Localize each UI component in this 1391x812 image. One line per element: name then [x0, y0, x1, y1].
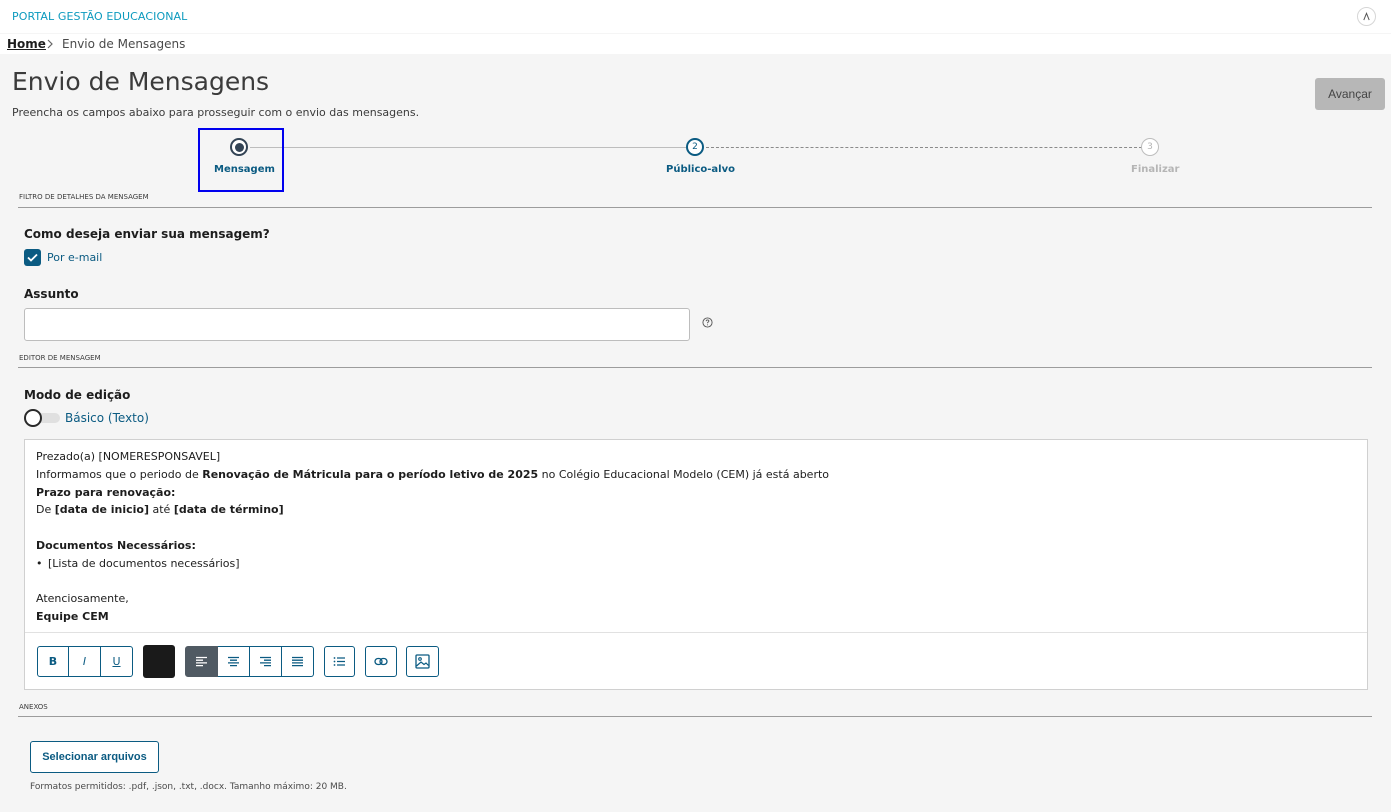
align-justify-button[interactable] — [282, 646, 314, 677]
send-method-question: Como deseja enviar sua mensagem? — [24, 227, 270, 241]
breadcrumb-home-link[interactable]: Home — [7, 37, 46, 51]
section-divider — [18, 207, 1372, 208]
subject-input[interactable] — [24, 308, 690, 341]
editor-line: De [data de inicio] até [data de término… — [36, 503, 284, 517]
user-icon — [1363, 12, 1370, 21]
editor-line: Equipe CEM — [36, 610, 109, 624]
page-title: Envio de Mensagens — [12, 67, 270, 96]
breadcrumb-current: Envio de Mensagens — [62, 37, 186, 51]
link-icon — [374, 657, 388, 666]
step-publico-alvo-indicator[interactable]: 2 — [686, 138, 704, 156]
question-circle-icon[interactable] — [702, 317, 713, 328]
editor-line: Informamos que o periodo de Renovação de… — [36, 467, 830, 481]
message-editor-content[interactable]: Prezado(a) [NOMERESPONSAVEL] Informamos … — [25, 440, 1367, 633]
align-right-button[interactable] — [250, 646, 282, 677]
next-button[interactable]: Avançar — [1315, 78, 1385, 110]
editor-line: Atenciosamente, — [36, 592, 129, 606]
email-checkbox[interactable] — [24, 249, 41, 266]
stepper-line-completed — [250, 147, 686, 148]
insert-image-button[interactable] — [406, 646, 439, 677]
step-publico-alvo-label[interactable]: Público-alvo — [666, 164, 735, 175]
breadcrumb — [0, 34, 1391, 54]
brand-title[interactable]: PORTAL GESTÃO EDUCACIONAL — [12, 10, 187, 23]
check-icon — [27, 253, 38, 262]
step-finalizar-label: Finalizar — [1131, 164, 1180, 175]
subject-label: Assunto — [24, 287, 79, 301]
file-format-hint: Formatos permitidos: .pdf, .json, .txt, … — [30, 782, 347, 792]
align-center-button[interactable] — [218, 646, 250, 677]
stepper-line-pending — [706, 147, 1142, 148]
text-color-picker[interactable] — [143, 645, 175, 678]
top-bar — [0, 0, 1391, 33]
toggle-knob — [24, 409, 42, 427]
list-icon — [333, 657, 345, 666]
editor-line: Prezado(a) [NOMERESPONSAVEL] — [36, 450, 221, 463]
filter-section-title: FILTRO DE DETALHES DA MENSAGEM — [19, 193, 149, 201]
chevron-right-icon — [47, 39, 53, 49]
bold-button[interactable]: B — [37, 646, 69, 677]
edit-mode-label: Modo de edição — [24, 388, 131, 402]
align-left-button[interactable] — [185, 646, 218, 677]
user-menu-button[interactable] — [1357, 7, 1376, 26]
underline-button[interactable]: U — [101, 646, 133, 677]
insert-link-button[interactable] — [365, 646, 397, 677]
page-subtitle: Preencha os campos abaixo para prossegui… — [12, 106, 420, 119]
email-option-label[interactable]: Por e-mail — [47, 251, 102, 264]
select-files-button[interactable]: Selecionar arquivos — [30, 741, 159, 773]
bullet-list-button[interactable] — [324, 646, 355, 677]
attachments-section-title: ANEXOS — [19, 703, 48, 711]
italic-button[interactable]: I — [69, 646, 101, 677]
align-justify-icon — [292, 656, 303, 667]
step-finalizar-indicator: 3 — [1141, 138, 1159, 156]
editor-section-title: EDITOR DE MENSAGEM — [19, 354, 101, 362]
edit-mode-toggle[interactable] — [24, 409, 60, 427]
editor-list-item: [Lista de documentos necessários] — [36, 555, 1356, 573]
step-highlight-box — [198, 128, 284, 192]
editor-line: Documentos Necessários: — [36, 538, 196, 552]
section-divider — [18, 716, 1372, 717]
editor-blank-line — [36, 519, 1356, 537]
align-left-icon — [196, 656, 207, 667]
align-right-icon — [260, 656, 271, 667]
editor-blank-line — [36, 573, 1356, 591]
image-icon — [415, 654, 430, 669]
editor-line: Prazo para renovação: — [36, 485, 176, 499]
edit-mode-toggle-label[interactable]: Básico (Texto) — [65, 411, 149, 425]
section-divider — [18, 367, 1372, 368]
align-center-icon — [228, 656, 239, 667]
